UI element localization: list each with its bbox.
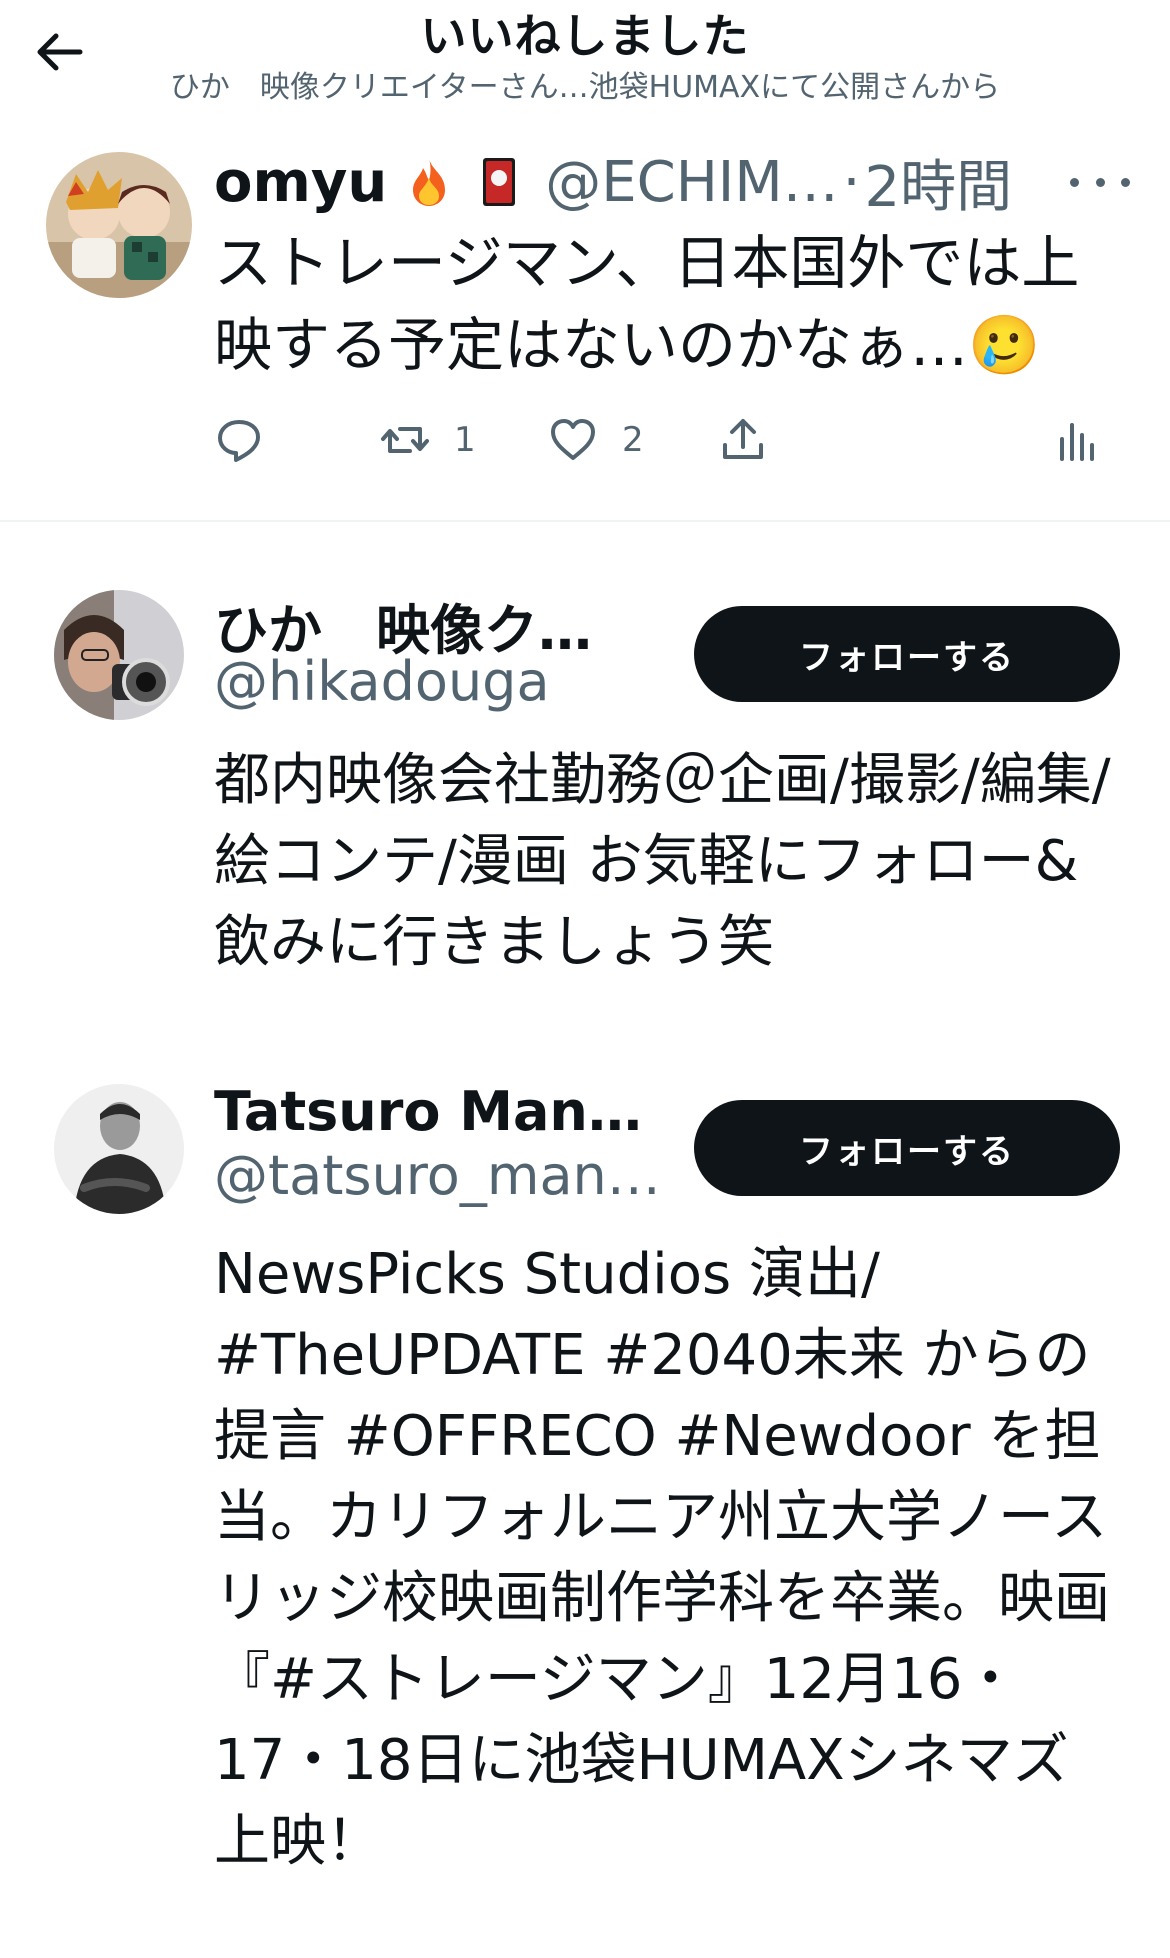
- tweet-author-name[interactable]: omyu: [214, 150, 387, 215]
- like-button[interactable]: 2: [548, 410, 644, 470]
- hanafuda-emoji: [471, 154, 527, 210]
- avatar-image: [54, 1084, 184, 1214]
- analytics-button[interactable]: [1052, 410, 1102, 470]
- tweet-actions: 1 2: [214, 410, 1094, 470]
- user-bio: NewsPicks Studios 演出/ #TheUPDATE #2040未来…: [214, 1242, 1110, 1874]
- user-cell[interactable]: ひか 映像ク… @hikadouga フォローする 都内映像会社勤務＠企画/撮影…: [0, 590, 1170, 990]
- retweet-button[interactable]: 1: [380, 410, 476, 470]
- reply-button[interactable]: [214, 410, 288, 470]
- tweet-author-avatar[interactable]: [46, 152, 192, 298]
- top-bar: いいねしました ひか 映像クリエイターさん…池袋HUMAXにて公開さんから: [0, 0, 1170, 110]
- share-icon: [723, 419, 763, 459]
- tweet-header: omyu @ECHIM… · 2時間: [214, 140, 1134, 224]
- user-bio: 都内映像会社勤務＠企画/撮影/編集/絵コンテ/漫画 お気軽にフォロー&飲みに行き…: [214, 748, 1111, 975]
- retweet-icon: [381, 427, 429, 453]
- user-handle: @hikadouga: [214, 650, 550, 713]
- tweet-timestamp[interactable]: 2時間: [864, 142, 1012, 223]
- like-icon: [551, 419, 595, 460]
- analytics-icon: [1060, 423, 1094, 461]
- page-title: いいねしました: [420, 9, 750, 63]
- tweet-text: ストレージマン、日本国外では上映する予定はないのかなぁ…🥲: [214, 229, 1080, 379]
- user-cell[interactable]: Tatsuro Mann… @tatsuro_man… フォローする NewsP…: [0, 1080, 1170, 1954]
- user-handle: @tatsuro_man…: [214, 1144, 661, 1207]
- page-subtitle: ひか 映像クリエイターさん…池袋HUMAXにて公開さんから: [169, 70, 1001, 105]
- user-avatar[interactable]: [54, 590, 184, 720]
- more-options-icon[interactable]: [1070, 170, 1130, 194]
- user-name[interactable]: Tatsuro Mann…: [214, 1080, 654, 1143]
- avatar-image: [46, 152, 192, 298]
- like-count: 2: [622, 420, 644, 460]
- reply-icon: [218, 420, 260, 462]
- follow-button[interactable]: フォローする: [694, 606, 1120, 702]
- tweet[interactable]: omyu @ECHIM… · 2時間 ストレージマン、日本国外では上映する予定は…: [0, 140, 1170, 520]
- user-avatar[interactable]: [54, 1084, 184, 1214]
- separator-dot: ·: [842, 149, 861, 215]
- avatar-image: [54, 590, 184, 720]
- follow-button[interactable]: フォローする: [694, 1100, 1120, 1196]
- divider: [0, 520, 1170, 522]
- retweet-count: 1: [454, 420, 476, 460]
- share-button[interactable]: [718, 410, 768, 470]
- fire-emoji: [401, 154, 457, 210]
- tweet-author-handle: @ECHIM…: [545, 149, 839, 215]
